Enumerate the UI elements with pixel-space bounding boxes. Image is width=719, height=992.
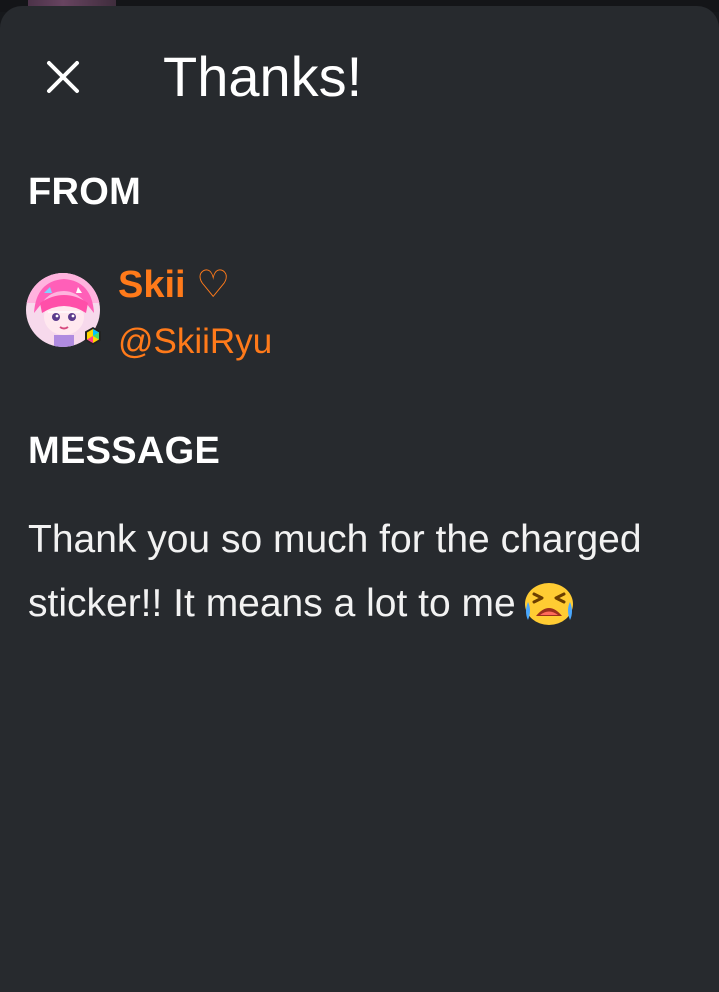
from-heading: FROM (28, 171, 142, 213)
thanks-sheet: Thanks! FROM Skii ♡ @SkiiRyu MESSAGE Tha… (0, 6, 719, 992)
message-body: Thank you so much for the charged sticke… (28, 508, 698, 646)
sender-handle[interactable]: @SkiiRyu (118, 322, 272, 362)
crying-face-emoji-icon (522, 580, 576, 646)
close-icon (47, 61, 79, 93)
avatar[interactable] (26, 273, 101, 347)
close-button[interactable] (40, 54, 86, 100)
sender-name[interactable]: Skii ♡ (118, 262, 230, 307)
message-heading: MESSAGE (28, 430, 221, 472)
page-title: Thanks! (163, 45, 363, 108)
